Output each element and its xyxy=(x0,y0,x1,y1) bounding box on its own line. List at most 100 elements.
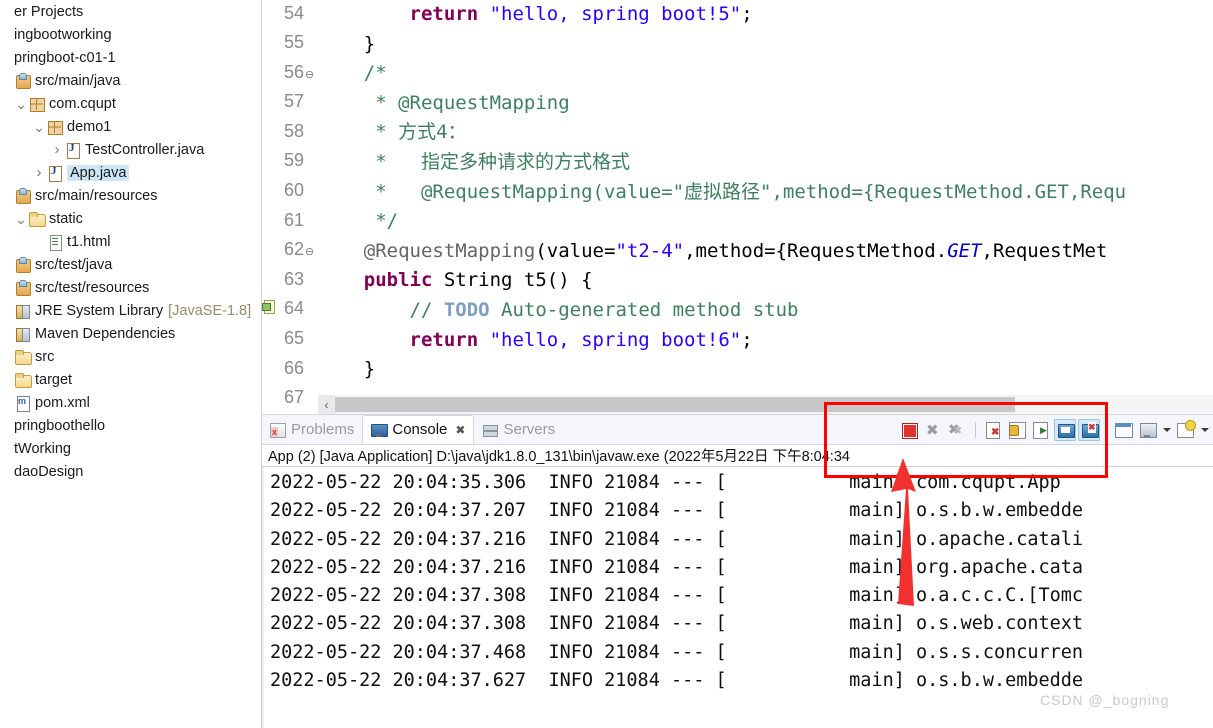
tree-item[interactable]: ⌄ static xyxy=(0,207,261,230)
tree-item[interactable]: ingbootworking xyxy=(0,23,261,46)
new-console-view-button[interactable] xyxy=(1137,419,1159,441)
remove-launch-button[interactable] xyxy=(923,419,945,441)
tree-item[interactable]: src/main/java xyxy=(0,69,261,92)
code-token: t5() { xyxy=(523,269,593,292)
code-line[interactable]: 57 * @RequestMapping xyxy=(262,89,1213,119)
line-number-gutter[interactable]: 57 xyxy=(262,87,318,120)
java-file-icon xyxy=(46,165,64,182)
scroll-lock-button[interactable] xyxy=(1006,419,1028,441)
tab-label: Problems xyxy=(291,421,355,438)
line-number-gutter[interactable]: 61 xyxy=(262,206,318,239)
tree-item[interactable]: src/main/resources xyxy=(0,184,261,207)
tree-item[interactable]: src/test/resources xyxy=(0,276,261,299)
tree-item-label: tWorking xyxy=(14,440,71,457)
console-log-line: 2022-05-22 20:04:37.468 INFO 21084 --- [… xyxy=(270,641,1084,663)
tab-problems[interactable]: Problems xyxy=(262,415,362,444)
new-console-button[interactable] xyxy=(1175,419,1197,441)
code-line[interactable]: 65 return "hello, spring boot!6"; xyxy=(262,326,1213,356)
code-line-text: * 方式4： xyxy=(318,118,467,148)
tree-item[interactable]: JRE System Library [JavaSE-1.8] xyxy=(0,299,261,322)
tree-item[interactable]: › TestController.java xyxy=(0,138,261,161)
tree-item[interactable]: daoDesign xyxy=(0,460,261,483)
library-icon xyxy=(14,303,32,319)
package-explorer-tree[interactable]: er Projects ingbootworking pringboot-c01… xyxy=(0,0,262,728)
close-icon[interactable]: ✖ xyxy=(455,423,465,437)
line-number-gutter[interactable]: 54 xyxy=(262,0,318,31)
editor-horizontal-scrollbar[interactable]: ‹ xyxy=(318,395,1213,414)
clear-console-button[interactable] xyxy=(982,419,1004,441)
pin-console-button[interactable] xyxy=(1054,419,1076,441)
fold-collapse-icon[interactable]: ⊖ xyxy=(304,238,315,268)
console-menu-caret[interactable] xyxy=(1161,419,1173,441)
code-line[interactable]: 62⊖ @RequestMapping(value="t2-4",method=… xyxy=(262,237,1213,267)
code-line[interactable]: 59 * 指定多种请求的方式格式 xyxy=(262,148,1213,178)
code-line[interactable]: 56⊖ /* xyxy=(262,59,1213,89)
chevron-down-icon[interactable]: ⌄ xyxy=(14,97,28,111)
chevron-down-icon[interactable]: ⌄ xyxy=(14,212,28,226)
code-line[interactable]: 64 // TODO Auto-generated method stub xyxy=(262,296,1213,326)
tree-item[interactable]: src xyxy=(0,345,261,368)
chevron-right-icon[interactable]: › xyxy=(32,165,46,180)
code-line[interactable]: 58 * 方式4： xyxy=(262,118,1213,148)
tree-item[interactable]: pringboot-c01-1 xyxy=(0,46,261,69)
line-number: 58 xyxy=(283,120,304,141)
folder-icon xyxy=(14,349,32,365)
code-editor[interactable]: 54 return "hello, spring boot!5"; 55 } 56⊖… xyxy=(262,0,1213,415)
tree-item[interactable]: src/test/java xyxy=(0,253,261,276)
line-number-gutter[interactable]: 66 xyxy=(262,354,318,387)
code-line[interactable]: 55 } xyxy=(262,30,1213,60)
line-number: 59 xyxy=(283,150,304,171)
package-root-icon xyxy=(14,256,32,273)
tree-item[interactable]: ⌄ demo1 xyxy=(0,115,261,138)
line-number-gutter[interactable]: 64 xyxy=(262,294,318,327)
remove-all-launches-button[interactable] xyxy=(947,419,969,441)
line-number-gutter[interactable]: 65 xyxy=(262,324,318,357)
fold-collapse-icon[interactable]: ⊖ xyxy=(304,61,315,91)
code-token: return xyxy=(409,3,490,25)
tree-item[interactable]: ⌄ com.cqupt xyxy=(0,92,261,115)
tab-console[interactable]: Console ✖ xyxy=(362,415,475,444)
tree-item[interactable]: t1.html xyxy=(0,230,261,253)
terminate-button[interactable] xyxy=(899,419,921,441)
line-number-gutter[interactable]: 62⊖ xyxy=(262,235,318,268)
line-number-gutter[interactable]: 63 xyxy=(262,265,318,298)
chevron-down-icon[interactable]: ⌄ xyxy=(32,120,46,134)
line-number-gutter[interactable]: 60 xyxy=(262,176,318,209)
console-toolbar[interactable] xyxy=(899,415,1211,445)
code-token: * 方式4： xyxy=(318,121,467,144)
open-console-button[interactable] xyxy=(1113,419,1135,441)
tab-label: Console xyxy=(392,421,448,438)
code-line[interactable]: 66 } xyxy=(262,355,1213,385)
code-line[interactable]: 63 public String t5() { xyxy=(262,266,1213,296)
code-token: GET xyxy=(947,239,982,262)
tree-item[interactable]: pom.xml xyxy=(0,391,261,414)
line-number-gutter[interactable]: 56⊖ xyxy=(262,58,318,91)
word-wrap-button[interactable] xyxy=(1030,419,1052,441)
display-selected-console-button[interactable] xyxy=(1078,419,1100,441)
line-number-gutter[interactable]: 55 xyxy=(262,28,318,61)
folder-icon xyxy=(28,211,46,227)
tree-item-label: t1.html xyxy=(67,233,111,250)
chevron-right-icon[interactable]: › xyxy=(50,142,64,157)
line-number-gutter[interactable]: 58 xyxy=(262,117,318,150)
console-tab-bar[interactable]: Problems Console ✖ Servers xyxy=(262,415,1213,445)
code-line[interactable]: 60 * @RequestMapping(value="虚拟路径",method… xyxy=(262,178,1213,208)
console-output[interactable]: 2022-05-22 20:04:35.306 INFO 21084 --- [… xyxy=(262,467,1213,728)
line-number-gutter[interactable]: 67 xyxy=(262,383,318,414)
tree-item[interactable]: tWorking xyxy=(0,437,261,460)
scrollbar-thumb[interactable] xyxy=(335,397,1015,412)
tree-item[interactable]: target xyxy=(0,368,261,391)
tree-item[interactable]: pringboothello xyxy=(0,414,261,437)
line-number-gutter[interactable]: 59 xyxy=(262,146,318,179)
code-line[interactable]: 61 */ xyxy=(262,207,1213,237)
code-line[interactable]: 54 return "hello, spring boot!5"; xyxy=(262,0,1213,30)
tab-servers[interactable]: Servers xyxy=(474,415,563,444)
tree-item[interactable]: › App.java xyxy=(0,161,261,184)
tree-item[interactable]: er Projects xyxy=(0,0,261,23)
view-menu-caret[interactable] xyxy=(1199,419,1211,441)
scroll-left-arrow-icon[interactable]: ‹ xyxy=(318,395,335,414)
tree-item[interactable]: Maven Dependencies xyxy=(0,322,261,345)
